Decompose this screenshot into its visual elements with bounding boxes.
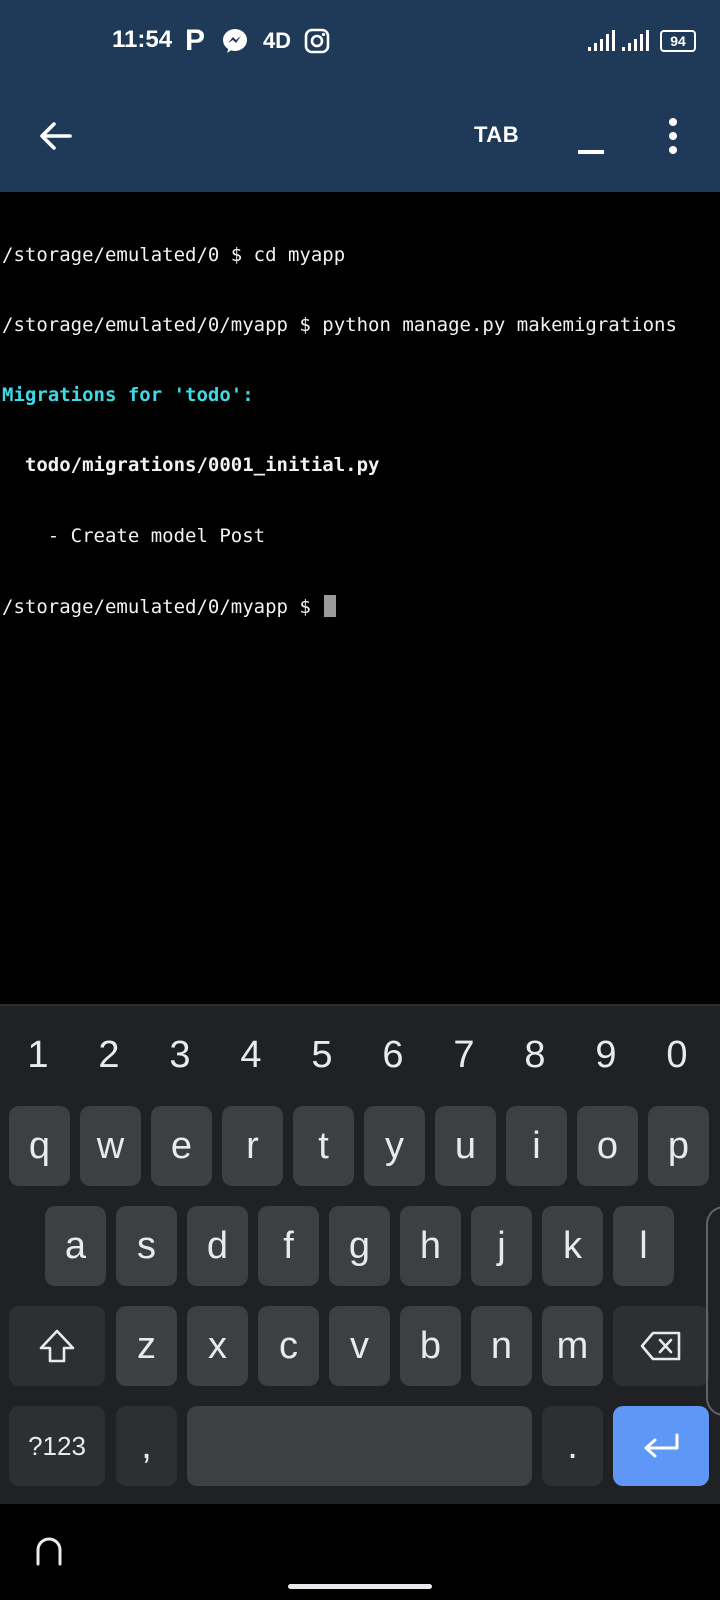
backspace-key[interactable] <box>613 1306 709 1386</box>
top-bar: 11:54 P 4D 94 TAB <box>0 0 720 192</box>
key-j[interactable]: j <box>471 1206 532 1286</box>
key-y[interactable]: y <box>364 1106 425 1186</box>
terminal-line: /storage/emulated/0 $ cd myapp <box>2 243 346 266</box>
enter-key[interactable] <box>613 1406 709 1486</box>
terminal-cursor <box>324 594 337 617</box>
terminal-line: Migrations for 'todo': <box>2 384 254 407</box>
number-row: 1 2 3 4 5 6 7 8 9 0 <box>0 1020 720 1090</box>
key-0[interactable]: 0 <box>647 1020 707 1090</box>
shift-icon <box>39 1329 75 1363</box>
signal-icon <box>588 30 618 52</box>
terminal-line: - Create model Post <box>2 524 266 547</box>
signal-icon <box>622 30 652 52</box>
more-options-icon[interactable] <box>666 118 680 154</box>
edge-panel-handle[interactable] <box>706 1206 720 1416</box>
enter-icon <box>644 1433 679 1458</box>
terminal-line: todo/migrations/0001_initial.py <box>2 454 380 477</box>
terminal-output[interactable]: /storage/emulated/0 $ cd myapp /storage/… <box>0 192 720 1004</box>
key-x[interactable]: x <box>187 1306 248 1386</box>
key-f[interactable]: f <box>258 1206 319 1286</box>
key-2[interactable]: 2 <box>79 1020 139 1090</box>
space-key[interactable] <box>187 1406 532 1486</box>
terminal-prompt: /storage/emulated/0/myapp $ <box>2 595 323 618</box>
key-m[interactable]: m <box>542 1306 603 1386</box>
key-d[interactable]: d <box>187 1206 248 1286</box>
key-c[interactable]: c <box>258 1306 319 1386</box>
instagram-icon <box>302 26 332 56</box>
home-gesture-bar[interactable] <box>288 1584 432 1589</box>
battery-icon: 94 <box>660 30 696 52</box>
key-s[interactable]: s <box>116 1206 177 1286</box>
soft-keyboard: 1 2 3 4 5 6 7 8 9 0 q w e r t y u i o p … <box>0 1004 720 1504</box>
key-o[interactable]: o <box>577 1106 638 1186</box>
app-bar: TAB <box>0 80 720 192</box>
underscore-button[interactable] <box>578 150 604 154</box>
key-6[interactable]: 6 <box>363 1020 423 1090</box>
key-n[interactable]: n <box>471 1306 532 1386</box>
navigation-bar <box>0 1504 720 1600</box>
key-9[interactable]: 9 <box>576 1020 636 1090</box>
key-p[interactable]: p <box>648 1106 709 1186</box>
back-arrow-icon[interactable] <box>36 116 76 156</box>
key-h[interactable]: h <box>400 1206 461 1286</box>
period-key[interactable]: . <box>542 1406 603 1486</box>
terminal-line: /storage/emulated/0/myapp $ python manag… <box>2 314 677 337</box>
key-7[interactable]: 7 <box>434 1020 494 1090</box>
key-5[interactable]: 5 <box>292 1020 352 1090</box>
key-r[interactable]: r <box>222 1106 283 1186</box>
key-l[interactable]: l <box>613 1206 674 1286</box>
key-b[interactable]: b <box>400 1306 461 1386</box>
key-k[interactable]: k <box>542 1206 603 1286</box>
tab-button[interactable]: TAB <box>474 122 519 148</box>
key-4[interactable]: 4 <box>221 1020 281 1090</box>
key-g[interactable]: g <box>329 1206 390 1286</box>
key-t[interactable]: t <box>293 1106 354 1186</box>
backspace-icon <box>640 1331 681 1361</box>
key-a[interactable]: a <box>45 1206 106 1286</box>
key-u[interactable]: u <box>435 1106 496 1186</box>
key-v[interactable]: v <box>329 1306 390 1386</box>
symbols-key[interactable]: ?123 <box>9 1406 105 1486</box>
key-w[interactable]: w <box>80 1106 141 1186</box>
key-e[interactable]: e <box>151 1106 212 1186</box>
comma-key[interactable]: , <box>116 1406 177 1486</box>
messenger-icon <box>220 26 250 56</box>
status-time: 11:54 <box>112 26 173 53</box>
key-z[interactable]: z <box>116 1306 177 1386</box>
keyboard-hide-icon[interactable] <box>34 1536 64 1566</box>
shift-key[interactable] <box>9 1306 105 1386</box>
key-3[interactable]: 3 <box>150 1020 210 1090</box>
key-q[interactable]: q <box>9 1106 70 1186</box>
key-i[interactable]: i <box>506 1106 567 1186</box>
4d-app-icon: 4D <box>262 28 292 53</box>
key-1[interactable]: 1 <box>8 1020 68 1090</box>
terminal-prompt-line: /storage/emulated/0/myapp $ <box>2 594 720 619</box>
key-8[interactable]: 8 <box>505 1020 565 1090</box>
parking-app-icon: P <box>184 24 205 57</box>
status-bar: 11:54 P 4D 94 <box>0 0 720 80</box>
